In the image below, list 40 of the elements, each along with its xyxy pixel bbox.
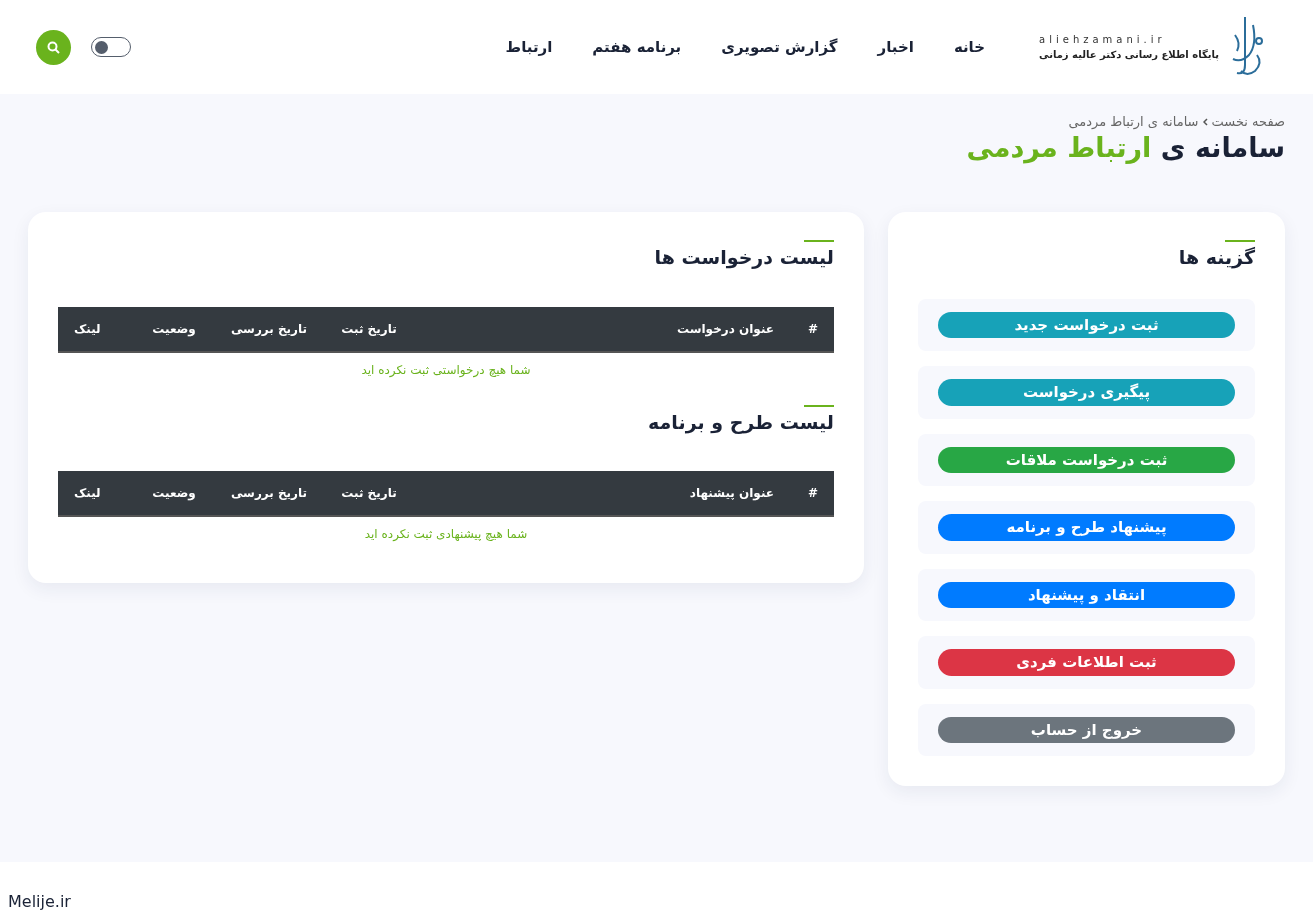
option-button[interactable]: ثبت درخواست ملاقات: [938, 446, 1235, 474]
option-button[interactable]: پیگیری درخواست: [938, 379, 1235, 406]
option-button[interactable]: ثبت اطلاعات فردی: [938, 649, 1235, 676]
option-button[interactable]: ثبت درخواست جدید: [938, 311, 1235, 339]
section-title: لیست درخواست ها: [58, 239, 834, 269]
column-header: وضعیت: [151, 485, 197, 503]
chevron-icon: [1202, 117, 1208, 126]
nav-link[interactable]: گزارش تصویری: [721, 35, 838, 59]
nav-link[interactable]: برنامه هفتم: [592, 35, 682, 59]
column-header: تاریخ ثبت: [340, 485, 398, 503]
column-header: لینک: [74, 485, 102, 503]
site-domain: aliehzamani.ir: [1039, 33, 1167, 47]
column-header: لینک: [74, 320, 102, 338]
empty-message: شما هیچ درخواستی ثبت نکرده اید: [360, 361, 532, 379]
option-button[interactable]: خروج از حساب: [938, 716, 1235, 744]
theme-toggle[interactable]: [91, 37, 131, 57]
page-title: سامانه ی: [1160, 131, 1285, 163]
column-header: عنوان پیشنهاد: [688, 485, 775, 503]
footer-text: Melije.ir: [8, 892, 71, 911]
column-header: وضعیت: [151, 320, 197, 338]
column-header: تاریخ بررسی: [229, 485, 309, 503]
breadcrumb-link[interactable]: سامانه ی ارتباط مردمی: [1068, 112, 1199, 132]
option-button[interactable]: انتقاد و پیشنهاد: [938, 581, 1235, 609]
nav-link[interactable]: خانه: [953, 35, 986, 59]
option-button[interactable]: پیشنهاد طرح و برنامه: [938, 514, 1235, 541]
nav-link[interactable]: ارتباط: [505, 35, 553, 59]
breadcrumb-link[interactable]: صفحه نخست: [1211, 112, 1285, 132]
section-title: گزینه ها: [918, 239, 1255, 269]
nav-link[interactable]: اخبار: [877, 35, 914, 59]
search-button[interactable]: [36, 29, 71, 65]
site-tagline: پایگاه اطلاع رسانی دکتر عالیه زمانی: [1039, 48, 1219, 62]
column-header: #: [806, 485, 818, 503]
column-header: تاریخ بررسی: [229, 320, 309, 338]
column-header: #: [806, 320, 818, 338]
search-icon: [47, 40, 60, 54]
column-header: عنوان درخواست: [676, 320, 775, 338]
column-header: تاریخ ثبت: [340, 320, 398, 338]
empty-message: شما هیچ پیشنهادی ثبت نکرده اید: [363, 526, 529, 544]
page-title-highlight: ارتباط مردمی: [966, 131, 1152, 163]
section-title: لیست طرح و برنامه: [58, 404, 834, 434]
